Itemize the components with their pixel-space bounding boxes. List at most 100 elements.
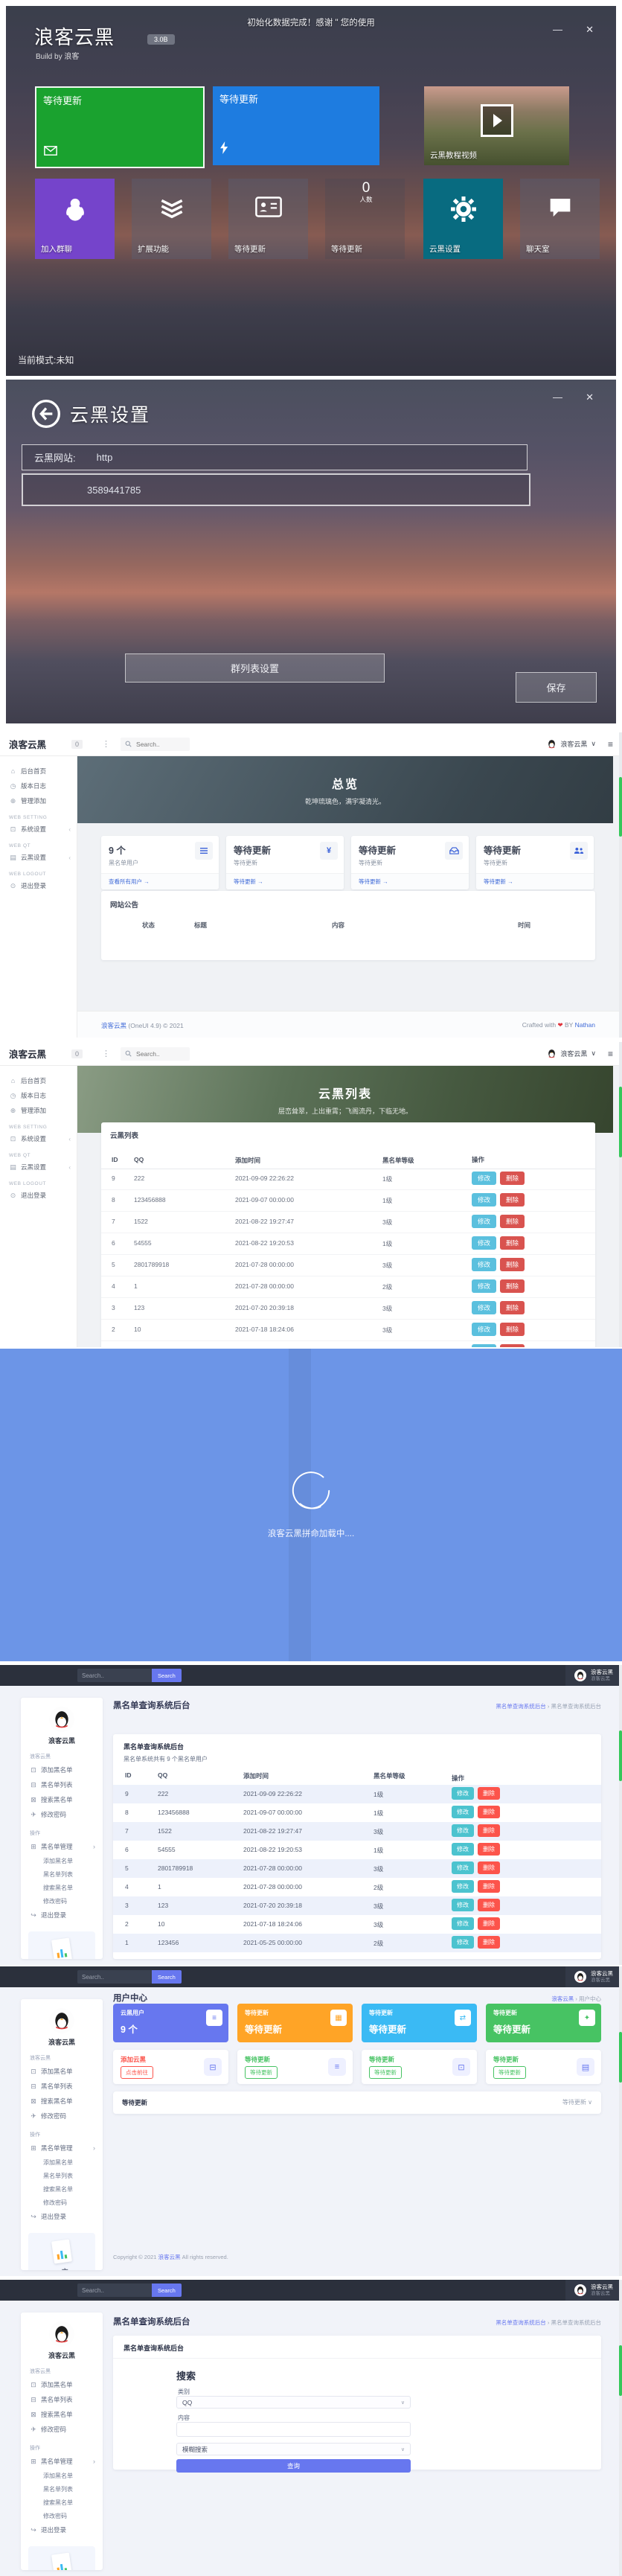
delete-button[interactable]: 删除 [478, 1787, 500, 1800]
sidebar-item[interactable]: ⊡添加黑名单 [21, 1762, 103, 1777]
delete-button[interactable]: 删除 [500, 1258, 525, 1271]
scrollbar-thumb[interactable] [619, 2345, 622, 2396]
delete-button[interactable]: 删除 [478, 1917, 500, 1930]
brand-logo[interactable]: 浪客云黑 [9, 1046, 46, 1061]
user-menu[interactable]: 浪客云黑 ∨ [547, 739, 596, 749]
search-input[interactable] [77, 2283, 152, 2297]
scrollbar-thumb[interactable] [619, 2032, 622, 2083]
scrollbar-thumb[interactable] [619, 1087, 622, 1157]
sidebar-item[interactable]: ⊡添加黑名单 [21, 2064, 103, 2079]
sidebar-item-yunhei-settings[interactable]: ▤云黑设置‹ [0, 850, 77, 865]
user-menu[interactable]: 浪客云黑浪客云黑 [565, 1665, 622, 1686]
sidebar-item[interactable]: ⊟黑名单列表 [21, 1777, 103, 1792]
edit-button[interactable]: 修改 [472, 1258, 496, 1271]
website-field[interactable]: 云黑网站: http [22, 444, 528, 470]
search-input[interactable] [77, 1669, 152, 1682]
edit-button[interactable]: 修改 [452, 1806, 474, 1818]
scrollbar-track[interactable] [619, 1966, 622, 2276]
edit-button[interactable]: 修改 [472, 1301, 496, 1314]
edit-button[interactable]: 修改 [472, 1344, 496, 1347]
sidebar-subitem[interactable]: 搜索黑名单 [21, 2182, 103, 2196]
back-button[interactable] [31, 399, 61, 429]
scrollbar-track[interactable] [619, 1665, 622, 1965]
scrollbar-track[interactable] [619, 2280, 622, 2576]
sidebar-item[interactable]: ✈修改密码 [21, 2422, 103, 2437]
edit-button[interactable]: 修改 [472, 1236, 496, 1250]
edit-button[interactable]: 修改 [472, 1323, 496, 1336]
sidebar-item-admin-add[interactable]: ⊕管理添加 [0, 1103, 77, 1118]
card-footer-link[interactable]: 等待更新 → [476, 873, 594, 889]
save-button[interactable]: 保存 [516, 672, 597, 703]
sidebar-item-system-settings[interactable]: ⊡系统设置‹ [0, 1131, 77, 1146]
sidebar-item-changelog[interactable]: ◷版本日志 [0, 779, 77, 793]
sidebar-item-logout[interactable]: ↪退出登录 [21, 2522, 103, 2537]
panel-dropdown[interactable]: 等待更新 ∨ [562, 2098, 592, 2106]
tile-join-group[interactable]: 加入群聊 [35, 179, 115, 259]
delete-button[interactable]: 删除 [500, 1172, 525, 1185]
tile-extensions[interactable]: 扩展功能 [132, 179, 211, 259]
delete-button[interactable]: 删除 [478, 1843, 500, 1856]
sidebar-item[interactable]: ⊡添加黑名单 [21, 2377, 103, 2392]
edit-button[interactable]: 修改 [452, 1824, 474, 1837]
search-button[interactable]: Search [152, 1970, 182, 1984]
sidebar-item[interactable]: ⊟黑名单列表 [21, 2079, 103, 2094]
delete-button[interactable]: 删除 [478, 1824, 500, 1837]
sidebar-item-logout[interactable]: ↪退出登录 [21, 2209, 103, 2224]
notification-badge[interactable]: 0 [71, 740, 83, 749]
brand-logo[interactable]: 浪客云黑 [9, 737, 46, 751]
card-footer-link[interactable]: 等待更新 → [226, 873, 344, 889]
sidebar-item-system-settings[interactable]: ⊡系统设置‹ [0, 822, 77, 837]
sidebar-item-blacklist-manage[interactable]: ⊞黑名单管理› [21, 2454, 103, 2469]
go-button[interactable]: 等待更新 [369, 2066, 402, 2079]
sidebar-item-blacklist-manage[interactable]: ⊞黑名单管理› [21, 2141, 103, 2155]
sidebar-item[interactable]: ✈修改密码 [21, 1807, 103, 1822]
minimize-button[interactable]: — [553, 391, 562, 403]
close-button[interactable]: ✕ [586, 391, 594, 403]
sidebar-item[interactable]: ⊟黑名单列表 [21, 2392, 103, 2407]
sidebar-subitem[interactable]: 黑名单列表 [21, 2482, 103, 2496]
sidebar-subitem[interactable]: 搜索黑名单 [21, 1881, 103, 1894]
sidebar-item-changelog[interactable]: ◷版本日志 [0, 1088, 77, 1103]
sidebar-subitem[interactable]: 修改密码 [21, 2196, 103, 2209]
sidebar-item-logout[interactable]: ⊙退出登录 [0, 878, 77, 893]
vertical-dots-icon[interactable]: ⋮ [102, 739, 110, 749]
user-menu[interactable]: 浪客云黑浪客云黑 [565, 2280, 622, 2301]
hamburger-icon[interactable]: ≡ [608, 1049, 613, 1059]
search-input[interactable] [135, 740, 185, 749]
hamburger-icon[interactable]: ≡ [608, 739, 613, 750]
tile-wait-update-green[interactable]: 等待更新 [35, 86, 205, 168]
sidebar-item[interactable]: ⊠搜索黑名单 [21, 2407, 103, 2422]
go-button[interactable]: 等待更新 [245, 2066, 278, 2079]
sidebar-item-home[interactable]: ⌂后台首页 [0, 1073, 77, 1088]
group-list-settings-button[interactable]: 群列表设置 [125, 653, 385, 683]
sidebar-subitem[interactable]: 黑名单列表 [21, 2169, 103, 2182]
sidebar-subitem[interactable]: 搜索黑名单 [21, 2496, 103, 2509]
edit-button[interactable]: 修改 [452, 1880, 474, 1893]
edit-button[interactable]: 修改 [452, 1917, 474, 1930]
search-input[interactable] [77, 1970, 152, 1984]
vertical-dots-icon[interactable]: ⋮ [102, 1049, 110, 1058]
sidebar-subitem[interactable]: 修改密码 [21, 1894, 103, 1908]
delete-button[interactable]: 删除 [478, 1880, 500, 1893]
content-input[interactable] [176, 2422, 411, 2437]
search-button[interactable]: Search [152, 2283, 182, 2297]
edit-button[interactable]: 修改 [472, 1279, 496, 1293]
type-select[interactable]: QQ ∨ [176, 2396, 411, 2409]
sidebar-item-logout[interactable]: ⊙退出登录 [0, 1188, 77, 1203]
go-button[interactable]: 点击前往 [121, 2066, 153, 2079]
sidebar-subitem[interactable]: 添加黑名单 [21, 2155, 103, 2169]
delete-button[interactable]: 删除 [500, 1215, 525, 1228]
sidebar-item-logout[interactable]: ↪退出登录 [21, 1908, 103, 1923]
edit-button[interactable]: 修改 [452, 1936, 474, 1949]
notification-badge[interactable]: 0 [71, 1049, 83, 1058]
sidebar-subitem[interactable]: 添加黑名单 [21, 1854, 103, 1867]
delete-button[interactable]: 删除 [500, 1344, 525, 1347]
search-button[interactable]: Search [152, 1669, 182, 1682]
search-input[interactable] [135, 1049, 185, 1058]
tile-tutorial-video[interactable]: 云黑教程视频 [424, 86, 569, 165]
tile-chatroom[interactable]: 聊天室 [520, 179, 600, 259]
delete-button[interactable]: 删除 [478, 1899, 500, 1911]
sidebar-item-yunhei-settings[interactable]: ▤云黑设置‹ [0, 1160, 77, 1174]
scrollbar-thumb[interactable] [619, 777, 622, 837]
tile-wait-update-blue[interactable]: 等待更新 [213, 86, 379, 165]
